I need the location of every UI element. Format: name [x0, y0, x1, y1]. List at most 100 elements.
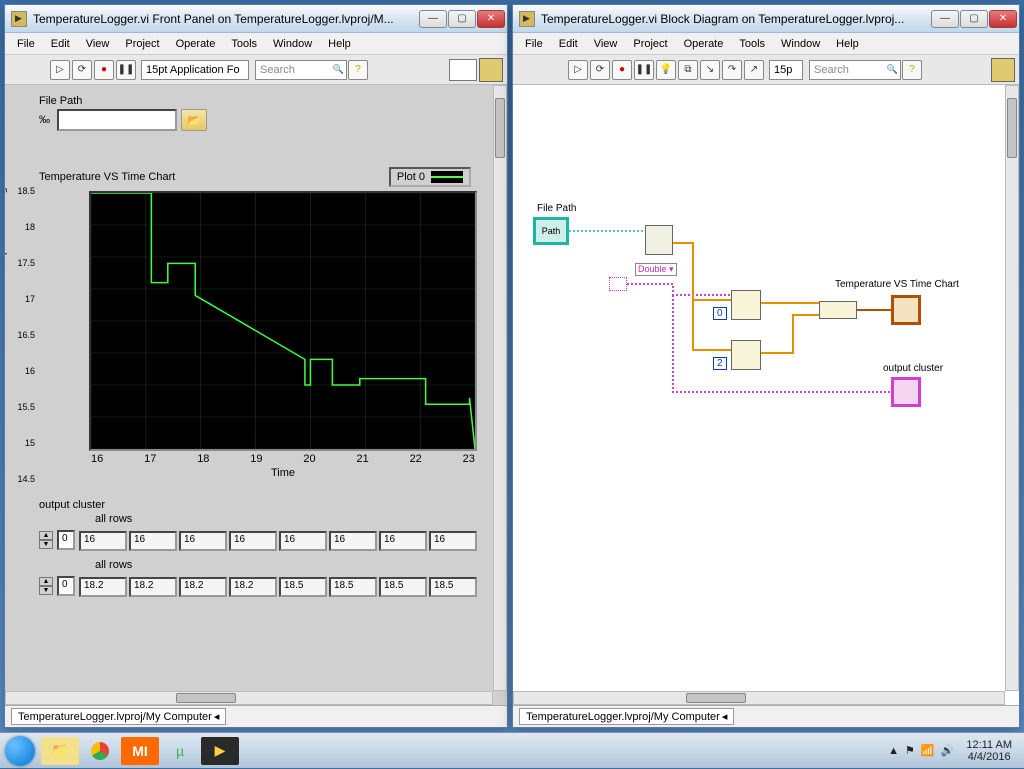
font-selector[interactable]: 15p [769, 60, 803, 80]
index-spinner-2[interactable]: ▲▼ [39, 577, 53, 595]
bd-const-2[interactable]: 2 [713, 357, 727, 370]
retain-wires-button[interactable]: ⧉ [678, 60, 698, 80]
menu-tools[interactable]: Tools [731, 36, 773, 52]
font-selector[interactable]: 15pt Application Fo [141, 60, 249, 80]
menu-edit[interactable]: Edit [551, 36, 586, 52]
step-out-button[interactable]: ↗ [744, 60, 764, 80]
bd-read-spreadsheet[interactable] [645, 225, 673, 255]
menu-view[interactable]: View [586, 36, 626, 52]
connector-pane[interactable] [449, 59, 477, 81]
menu-project[interactable]: Project [625, 36, 675, 52]
start-button[interactable] [0, 733, 40, 769]
menu-window[interactable]: Window [265, 36, 320, 52]
tray-volume-icon[interactable]: 🔊 [941, 744, 955, 757]
breadcrumb-arrow-icon[interactable]: ◂ [214, 710, 220, 723]
maximize-button[interactable]: ▢ [448, 10, 476, 28]
file-path-input[interactable] [57, 109, 177, 131]
array-cell[interactable]: 18.5 [379, 577, 427, 597]
bd-bundle-icon[interactable] [609, 277, 627, 291]
array-cell[interactable]: 16 [429, 531, 477, 551]
block-diagram-content[interactable]: File Path Path Double ▾ 0 2 Temperature … [513, 85, 1019, 705]
bd-index-array-2[interactable] [731, 340, 761, 370]
run-continuous-button[interactable]: ⟳ [72, 60, 92, 80]
menu-view[interactable]: View [78, 36, 118, 52]
index-spinner-1[interactable]: ▲▼ [39, 531, 53, 549]
array-cell[interactable]: 16 [279, 531, 327, 551]
step-into-button[interactable]: ↘ [700, 60, 720, 80]
help-button[interactable]: ? [902, 60, 922, 80]
index-value-1[interactable]: 0 [57, 530, 75, 550]
index-value-2[interactable]: 0 [57, 576, 75, 596]
array-cell[interactable]: 16 [179, 531, 227, 551]
array-cell[interactable]: 18.2 [179, 577, 227, 597]
bd-double-selector[interactable]: Double ▾ [635, 263, 677, 276]
breadcrumb[interactable]: TemperatureLogger.lvproj/My Computer ◂ [519, 708, 734, 725]
menu-tools[interactable]: Tools [223, 36, 265, 52]
task-explorer[interactable]: 📁 [41, 737, 79, 765]
bd-index-array-0[interactable] [731, 290, 761, 320]
step-over-button[interactable]: ↷ [722, 60, 742, 80]
help-button[interactable]: ? [348, 60, 368, 80]
abort-button[interactable]: ● [612, 60, 632, 80]
task-mi[interactable]: MI [121, 737, 159, 765]
array-cell[interactable]: 18.2 [229, 577, 277, 597]
breadcrumb-arrow-icon[interactable]: ◂ [722, 710, 728, 723]
abort-button[interactable]: ● [94, 60, 114, 80]
bd-chart-indicator[interactable] [891, 295, 921, 325]
task-labview[interactable]: ▶ [201, 737, 239, 765]
maximize-button[interactable]: ▢ [960, 10, 988, 28]
browse-button[interactable]: 📂 [181, 109, 207, 131]
highlight-button[interactable]: 💡 [656, 60, 676, 80]
task-utorrent[interactable]: µ [161, 737, 199, 765]
chart-plot-area[interactable] [89, 191, 477, 451]
minimize-button[interactable]: — [931, 10, 959, 28]
menu-project[interactable]: Project [117, 36, 167, 52]
menu-help[interactable]: Help [320, 36, 359, 52]
scrollbar-vertical[interactable] [493, 85, 507, 691]
bd-const-0[interactable]: 0 [713, 307, 727, 320]
array-cell[interactable]: 18.5 [329, 577, 377, 597]
search-input[interactable]: Search [809, 60, 901, 80]
vi-icon-editor[interactable] [479, 58, 503, 82]
search-input[interactable]: Search [255, 60, 347, 80]
array-cell[interactable]: 18.5 [429, 577, 477, 597]
close-button[interactable]: ✕ [477, 10, 505, 28]
array-cell[interactable]: 18.2 [129, 577, 177, 597]
array-cell[interactable]: 18.2 [79, 577, 127, 597]
titlebar[interactable]: TemperatureLogger.vi Block Diagram on Te… [513, 5, 1019, 33]
menu-help[interactable]: Help [828, 36, 867, 52]
vi-icon-editor[interactable] [991, 58, 1015, 82]
array-cell[interactable]: 16 [329, 531, 377, 551]
run-continuous-button[interactable]: ⟳ [590, 60, 610, 80]
plot-legend[interactable]: Plot 0 [389, 167, 471, 187]
bd-cluster-indicator[interactable] [891, 377, 921, 407]
bd-bundle[interactable] [819, 301, 857, 319]
bd-path-control[interactable]: Path [533, 217, 569, 245]
minimize-button[interactable]: — [419, 10, 447, 28]
array-cell[interactable]: 16 [229, 531, 277, 551]
scrollbar-horizontal[interactable] [513, 691, 1005, 705]
tray-flag-icon[interactable]: ⚑ [905, 744, 915, 757]
array-cell[interactable]: 16 [129, 531, 177, 551]
close-button[interactable]: ✕ [989, 10, 1017, 28]
pause-button[interactable]: ❚❚ [116, 60, 136, 80]
menu-file[interactable]: File [517, 36, 551, 52]
menu-operate[interactable]: Operate [168, 36, 224, 52]
breadcrumb[interactable]: TemperatureLogger.lvproj/My Computer ◂ [11, 708, 226, 725]
tray-network-icon[interactable]: 📶 [921, 744, 935, 757]
run-button[interactable]: ▷ [568, 60, 588, 80]
tray-clock[interactable]: 12:11 AM 4/4/2016 [960, 739, 1018, 763]
menu-file[interactable]: File [9, 36, 43, 52]
pause-button[interactable]: ❚❚ [634, 60, 654, 80]
titlebar[interactable]: TemperatureLogger.vi Front Panel on Temp… [5, 5, 507, 33]
menu-operate[interactable]: Operate [676, 36, 732, 52]
tray-up-icon[interactable]: ▲ [888, 745, 899, 757]
array-cell[interactable]: 18.5 [279, 577, 327, 597]
task-chrome[interactable] [81, 737, 119, 765]
scrollbar-horizontal[interactable] [5, 691, 493, 705]
menu-edit[interactable]: Edit [43, 36, 78, 52]
scrollbar-vertical[interactable] [1005, 85, 1019, 691]
run-button[interactable]: ▷ [50, 60, 70, 80]
array-cell[interactable]: 16 [79, 531, 127, 551]
menu-window[interactable]: Window [773, 36, 828, 52]
